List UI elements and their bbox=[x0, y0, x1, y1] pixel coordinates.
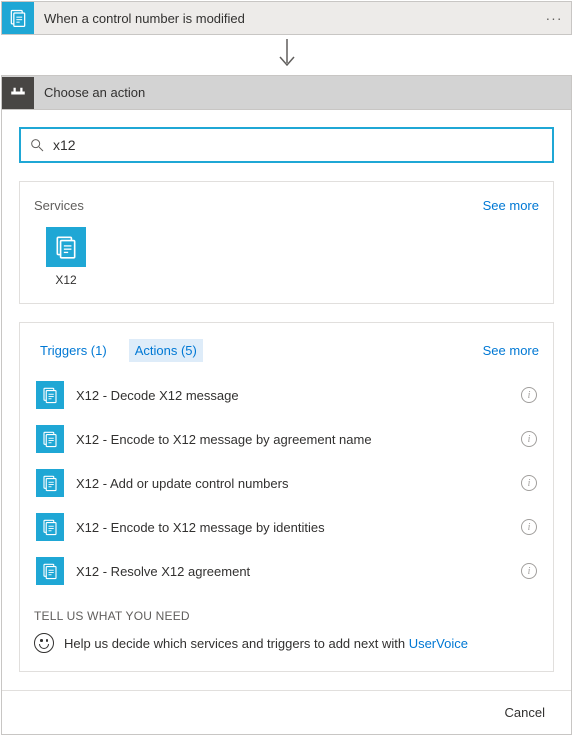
action-list: X12 - Decode X12 message i X12 - Encode … bbox=[34, 372, 539, 593]
cancel-button[interactable]: Cancel bbox=[497, 699, 553, 726]
results-section: Triggers (1) Actions (5) See more X12 - … bbox=[19, 322, 554, 672]
action-item[interactable]: X12 - Encode to X12 message by identitie… bbox=[34, 505, 539, 549]
info-icon[interactable]: i bbox=[521, 563, 537, 579]
x12-icon bbox=[36, 425, 64, 453]
x12-icon bbox=[36, 469, 64, 497]
action-label: X12 - Encode to X12 message by identitie… bbox=[76, 520, 509, 535]
tab-actions[interactable]: Actions (5) bbox=[129, 339, 203, 362]
services-section: Services See more X12 bbox=[19, 181, 554, 304]
results-see-more-link[interactable]: See more bbox=[483, 343, 539, 358]
action-label: X12 - Decode X12 message bbox=[76, 388, 509, 403]
action-picker-panel: Services See more X12 Triggers (1) Actio… bbox=[1, 109, 572, 735]
search-input[interactable] bbox=[53, 137, 544, 153]
x12-icon bbox=[46, 227, 86, 267]
x12-icon bbox=[36, 381, 64, 409]
tab-triggers[interactable]: Triggers (1) bbox=[34, 339, 113, 362]
action-label: X12 - Resolve X12 agreement bbox=[76, 564, 509, 579]
info-icon[interactable]: i bbox=[521, 519, 537, 535]
info-icon[interactable]: i bbox=[521, 387, 537, 403]
choose-action-header: Choose an action bbox=[1, 75, 572, 109]
services-heading: Services bbox=[34, 198, 84, 213]
action-item[interactable]: X12 - Add or update control numbers i bbox=[34, 461, 539, 505]
search-field[interactable] bbox=[19, 127, 554, 163]
x12-icon bbox=[36, 513, 64, 541]
x12-icon bbox=[36, 557, 64, 585]
panel-footer: Cancel bbox=[2, 690, 571, 734]
more-menu-button[interactable]: ··· bbox=[537, 10, 571, 26]
action-step-icon bbox=[2, 77, 34, 109]
flow-arrow bbox=[1, 35, 572, 75]
uservoice-link[interactable]: UserVoice bbox=[409, 636, 468, 651]
service-tile-label: X12 bbox=[55, 273, 76, 287]
action-item[interactable]: X12 - Encode to X12 message by agreement… bbox=[34, 417, 539, 461]
x12-icon bbox=[2, 2, 34, 34]
action-item[interactable]: X12 - Resolve X12 agreement i bbox=[34, 549, 539, 593]
smiley-icon bbox=[34, 633, 54, 653]
action-item[interactable]: X12 - Decode X12 message i bbox=[34, 372, 539, 417]
action-label: X12 - Add or update control numbers bbox=[76, 476, 509, 491]
choose-action-title: Choose an action bbox=[34, 85, 145, 100]
action-label: X12 - Encode to X12 message by agreement… bbox=[76, 432, 509, 447]
info-icon[interactable]: i bbox=[521, 431, 537, 447]
trigger-title: When a control number is modified bbox=[34, 11, 537, 26]
feedback-row: Help us decide which services and trigge… bbox=[34, 633, 539, 657]
feedback-heading: TELL US WHAT YOU NEED bbox=[34, 609, 539, 623]
info-icon[interactable]: i bbox=[521, 475, 537, 491]
feedback-text-body: Help us decide which services and trigge… bbox=[64, 636, 409, 651]
search-icon bbox=[29, 137, 45, 153]
trigger-card-header[interactable]: When a control number is modified ··· bbox=[1, 1, 572, 35]
services-see-more-link[interactable]: See more bbox=[483, 198, 539, 213]
service-tile-x12[interactable]: X12 bbox=[34, 225, 98, 289]
feedback-text: Help us decide which services and trigge… bbox=[64, 636, 468, 651]
